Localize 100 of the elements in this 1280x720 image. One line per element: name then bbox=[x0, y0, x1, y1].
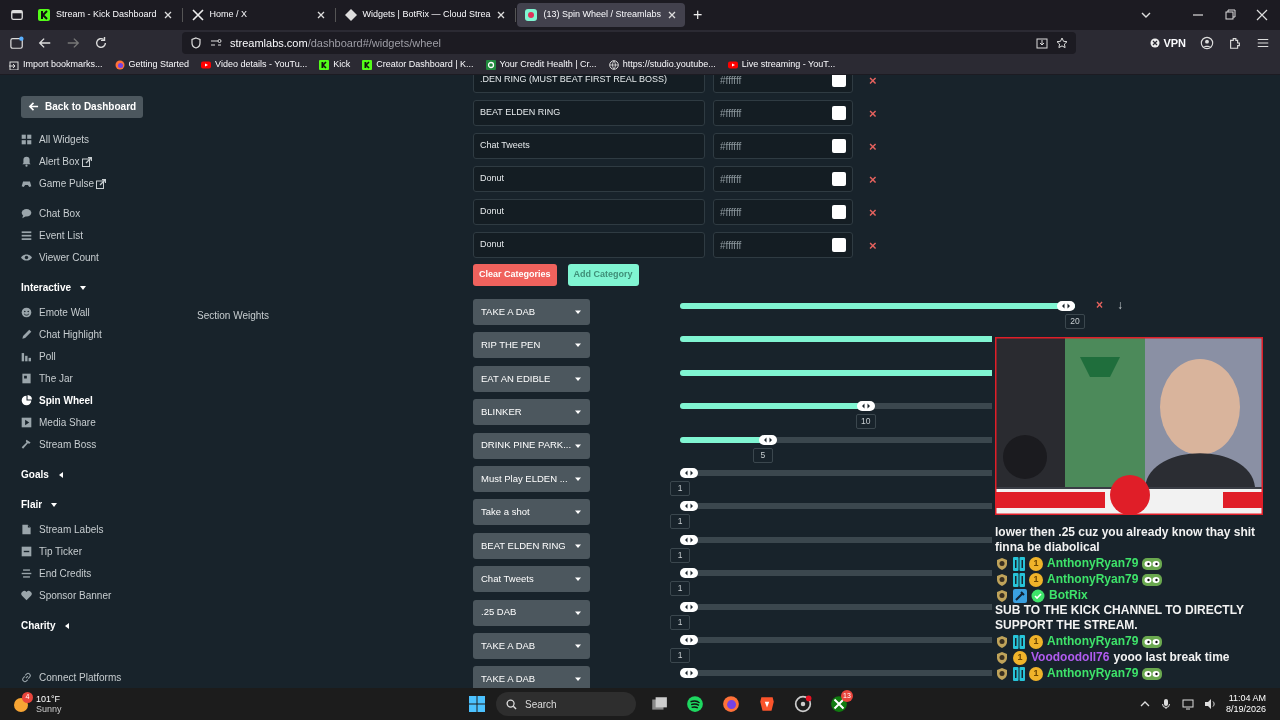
color-field[interactable]: #ffffff bbox=[713, 166, 853, 192]
slider-thumb[interactable] bbox=[680, 501, 698, 512]
sidebar-item[interactable]: Tip Ticker bbox=[21, 540, 190, 563]
reload-icon[interactable] bbox=[94, 36, 108, 50]
slider-thumb[interactable] bbox=[680, 601, 698, 612]
network-icon[interactable] bbox=[1181, 698, 1194, 710]
color-field[interactable]: #ffffff bbox=[713, 133, 853, 159]
close-icon[interactable] bbox=[1256, 9, 1268, 21]
category-name-field[interactable]: Chat Tweets bbox=[473, 133, 705, 159]
color-swatch[interactable] bbox=[832, 172, 846, 186]
sidebar-item[interactable]: Spin Wheel bbox=[21, 389, 190, 412]
color-swatch[interactable] bbox=[832, 139, 846, 153]
sidebar-item[interactable]: Viewer Count bbox=[21, 246, 190, 269]
option-dropdown[interactable]: Take a shot bbox=[473, 499, 590, 526]
back-button[interactable]: Back to Dashboard bbox=[21, 96, 144, 118]
sidebar-item[interactable]: Emote Wall bbox=[21, 301, 190, 324]
color-field[interactable]: #ffffff bbox=[713, 75, 853, 93]
color-field[interactable]: #ffffff bbox=[713, 100, 853, 126]
option-dropdown[interactable]: DRINK PINE PARK... bbox=[473, 432, 590, 459]
browser-tab[interactable]: Widgets | BotRix — Cloud Strea bbox=[336, 3, 515, 27]
slider-thumb[interactable] bbox=[680, 467, 698, 478]
sidebar-item[interactable]: Connect Platforms bbox=[21, 666, 190, 688]
sidebar-item[interactable]: Stream Boss bbox=[21, 433, 190, 456]
remove-button[interactable]: × bbox=[1096, 298, 1103, 312]
bookmark-link[interactable]: Video details - YouTu... bbox=[201, 58, 308, 72]
color-swatch[interactable] bbox=[832, 238, 846, 252]
sidebar-item[interactable]: Stream Labels bbox=[21, 518, 190, 541]
bookmark-link[interactable]: Import bookmarks... bbox=[9, 58, 103, 72]
back-arrow-icon[interactable] bbox=[38, 36, 52, 50]
close-icon[interactable] bbox=[496, 10, 507, 20]
sidebar-item[interactable]: Chat Highlight bbox=[21, 323, 190, 346]
category-name-field[interactable]: Donut bbox=[473, 232, 705, 258]
star-icon[interactable] bbox=[1056, 37, 1069, 49]
option-dropdown[interactable]: Chat Tweets bbox=[473, 566, 590, 593]
sidebar-item[interactable]: The Jar bbox=[21, 367, 190, 390]
sidebar-item[interactable]: Chat Box bbox=[21, 202, 190, 225]
section-header[interactable]: Charity bbox=[21, 614, 190, 637]
browser-tab[interactable]: Stream - Kick Dashboard bbox=[30, 3, 181, 27]
sidebar-item[interactable]: Event List bbox=[21, 224, 190, 247]
bookmark-link[interactable]: Getting Started bbox=[114, 58, 190, 72]
bookmark-link[interactable]: Your Credit Health | Cr... bbox=[485, 58, 597, 72]
new-tab-button[interactable]: + bbox=[693, 3, 703, 27]
slider-thumb[interactable] bbox=[759, 434, 778, 445]
reader-icon[interactable] bbox=[1036, 37, 1049, 49]
menu-icon[interactable] bbox=[1256, 36, 1270, 50]
vpn-button[interactable]: VPN bbox=[1150, 34, 1186, 52]
browser-tab[interactable]: Home / X bbox=[183, 3, 334, 27]
slider-thumb[interactable] bbox=[857, 401, 876, 412]
camera-icon[interactable] bbox=[794, 695, 812, 713]
category-name-field[interactable]: .DEN RING (MUST BEAT FIRST REAL BOSS) bbox=[473, 75, 705, 93]
address-bar[interactable]: streamlabs.com/dashboard#/widgets/wheel bbox=[182, 32, 1077, 54]
remove-button[interactable]: × bbox=[869, 75, 877, 87]
bookmark-link[interactable]: https://studio.youtube... bbox=[608, 58, 716, 72]
sidebar-item[interactable]: Sponsor Banner bbox=[21, 584, 190, 607]
option-dropdown[interactable]: RIP THE PEN bbox=[473, 332, 590, 359]
move-down-button[interactable]: ↓ bbox=[1117, 298, 1123, 312]
lion-shield-icon[interactable] bbox=[758, 695, 776, 713]
option-dropdown[interactable]: .25 DAB bbox=[473, 599, 590, 626]
remove-button[interactable]: × bbox=[869, 205, 877, 219]
category-name-field[interactable]: BEAT ELDEN RING bbox=[473, 100, 705, 126]
browser-tab[interactable]: (13) Spin Wheel / Streamlabs bbox=[517, 3, 685, 27]
section-header[interactable]: Flair bbox=[21, 493, 190, 516]
forward-arrow-icon[interactable] bbox=[66, 36, 80, 50]
close-icon[interactable] bbox=[162, 10, 173, 20]
close-icon[interactable] bbox=[667, 10, 677, 20]
color-swatch[interactable] bbox=[832, 106, 846, 120]
sidebar-item[interactable]: Media Share bbox=[21, 411, 190, 434]
sidebar-item[interactable]: Game Pulse bbox=[21, 172, 190, 195]
page-settings-icon[interactable] bbox=[210, 37, 222, 49]
slider-thumb[interactable] bbox=[680, 534, 698, 545]
sidebar-item[interactable]: Poll bbox=[21, 345, 190, 368]
shield-icon[interactable] bbox=[190, 37, 202, 49]
sidebar-item[interactable]: Alert Box bbox=[21, 150, 190, 173]
category-name-field[interactable]: Donut bbox=[473, 199, 705, 225]
option-dropdown[interactable]: TAKE A DAB bbox=[473, 666, 590, 688]
close-icon[interactable] bbox=[315, 10, 326, 20]
sidebar-item[interactable]: All Widgets bbox=[21, 128, 190, 151]
bookmark-link[interactable]: Creator Dashboard | K... bbox=[362, 58, 474, 72]
sidebar-toggle-icon[interactable] bbox=[10, 36, 24, 50]
color-field[interactable]: #ffffff bbox=[713, 232, 853, 258]
windows-start-icon[interactable] bbox=[468, 695, 486, 713]
color-swatch[interactable] bbox=[832, 205, 846, 219]
browser-logo-icon[interactable] bbox=[722, 695, 740, 713]
bookmark-link[interactable]: Kick bbox=[319, 58, 351, 72]
chevron-up-icon[interactable] bbox=[1139, 699, 1150, 709]
microphone-icon[interactable] bbox=[1159, 698, 1172, 710]
remove-button[interactable]: × bbox=[869, 238, 877, 252]
search-field[interactable]: Search bbox=[496, 692, 636, 716]
account-icon[interactable] bbox=[1200, 36, 1214, 50]
option-dropdown[interactable]: TAKE A DAB bbox=[473, 299, 590, 325]
extensions-icon[interactable] bbox=[1228, 36, 1242, 50]
color-swatch[interactable] bbox=[832, 75, 846, 87]
bookmark-link[interactable]: Live streaming - YouT... bbox=[727, 58, 836, 72]
category-name-field[interactable]: Donut bbox=[473, 166, 705, 192]
option-dropdown[interactable]: EAT AN EDIBLE bbox=[473, 365, 590, 392]
speaker-icon[interactable] bbox=[1203, 698, 1216, 710]
color-field[interactable]: #ffffff bbox=[713, 199, 853, 225]
option-dropdown[interactable]: Must Play ELDEN ... bbox=[473, 465, 590, 492]
music-app-icon[interactable] bbox=[686, 695, 704, 713]
clock[interactable]: 11:04 AM 8/19/2026 bbox=[1225, 693, 1266, 715]
